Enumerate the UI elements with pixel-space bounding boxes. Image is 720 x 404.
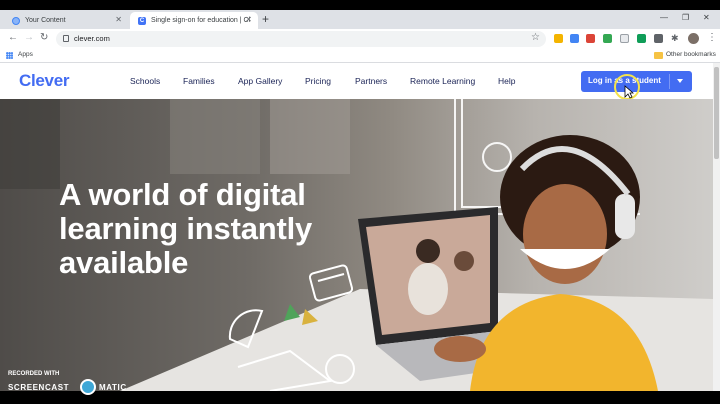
apps-bookmark[interactable]: Apps	[18, 51, 33, 58]
reload-icon[interactable]: ↻	[40, 32, 48, 43]
bookmark-star-icon[interactable]: ☆	[531, 32, 540, 43]
folder-icon	[654, 52, 663, 59]
webpage: Clever Schools Families App Gallery Pric…	[0, 63, 713, 391]
tab-strip: Your Content ✕ C Single sign-on for educ…	[0, 10, 720, 29]
browser-window: Your Content ✕ C Single sign-on for educ…	[0, 10, 720, 391]
hero-section: A world of digital learning instantly av…	[0, 99, 713, 391]
nav-partners[interactable]: Partners	[355, 76, 387, 86]
profile-avatar[interactable]	[688, 33, 699, 44]
extension-icon[interactable]	[586, 34, 595, 43]
back-icon[interactable]: ←	[8, 32, 18, 43]
scrollbar[interactable]	[713, 63, 720, 391]
globe-icon	[12, 16, 20, 25]
headline-line: learning instantly	[59, 211, 313, 246]
extension-icon[interactable]	[637, 34, 646, 43]
close-window-icon[interactable]: ✕	[703, 13, 710, 22]
site-header: Clever Schools Families App Gallery Pric…	[0, 63, 713, 100]
restore-icon[interactable]: ❐	[682, 13, 689, 22]
extension-icon[interactable]	[654, 34, 663, 43]
menu-dots-icon[interactable]: ⋮	[707, 32, 717, 43]
extension-icon[interactable]	[554, 34, 563, 43]
video-frame: Your Content ✕ C Single sign-on for educ…	[0, 0, 720, 404]
nav-schools[interactable]: Schools	[130, 76, 160, 86]
address-bar[interactable]: clever.com ☆	[56, 31, 546, 47]
watermark-screencast: SCREENCAST	[8, 383, 70, 392]
nav-remote-learning[interactable]: Remote Learning	[410, 76, 475, 86]
mouse-cursor-icon	[624, 85, 634, 99]
extension-icon[interactable]	[620, 34, 629, 43]
nav-help[interactable]: Help	[498, 76, 515, 86]
minimize-icon[interactable]: —	[660, 13, 668, 22]
other-bookmarks[interactable]: Other bookmarks	[666, 51, 716, 58]
nav-app-gallery[interactable]: App Gallery	[238, 76, 282, 86]
watermark-recorded: RECORDED WITH	[8, 371, 60, 377]
headline-line: available	[59, 245, 189, 280]
hero-headline: A world of digital learning instantly av…	[59, 178, 359, 280]
new-tab-icon[interactable]: +	[262, 12, 269, 26]
clever-logo[interactable]: Clever	[19, 71, 69, 91]
tab-clever[interactable]: C Single sign-on for education | Cl ✕	[130, 12, 258, 29]
browser-toolbar: ← → ↻ clever.com ☆ ✱ ⋮	[0, 29, 720, 49]
puzzle-icon[interactable]: ✱	[671, 33, 679, 44]
nav-families[interactable]: Families	[183, 76, 215, 86]
headline-line: A world of digital	[59, 177, 306, 212]
tab-title: Your Content	[25, 17, 66, 24]
clever-favicon-icon: C	[138, 16, 146, 25]
lock-icon	[63, 35, 69, 42]
watermark-matic: MATIC	[99, 383, 127, 392]
chevron-down-icon[interactable]	[677, 79, 683, 83]
extension-icon[interactable]	[603, 34, 612, 43]
button-divider	[669, 74, 670, 89]
apps-grid-icon[interactable]	[6, 52, 13, 59]
url-text: clever.com	[74, 34, 110, 43]
forward-icon[interactable]: →	[24, 32, 34, 43]
nav-pricing[interactable]: Pricing	[305, 76, 331, 86]
tab-your-content[interactable]: Your Content ✕	[4, 12, 128, 29]
screencast-logo-icon	[80, 379, 96, 395]
close-tab-icon[interactable]: ✕	[115, 15, 122, 24]
close-tab-icon[interactable]: ✕	[245, 15, 252, 24]
bookmarks-bar: Apps Other bookmarks	[0, 49, 720, 63]
tab-title: Single sign-on for education | Cl	[151, 17, 251, 24]
scrollbar-thumb[interactable]	[714, 67, 719, 159]
extension-icon[interactable]	[570, 34, 579, 43]
